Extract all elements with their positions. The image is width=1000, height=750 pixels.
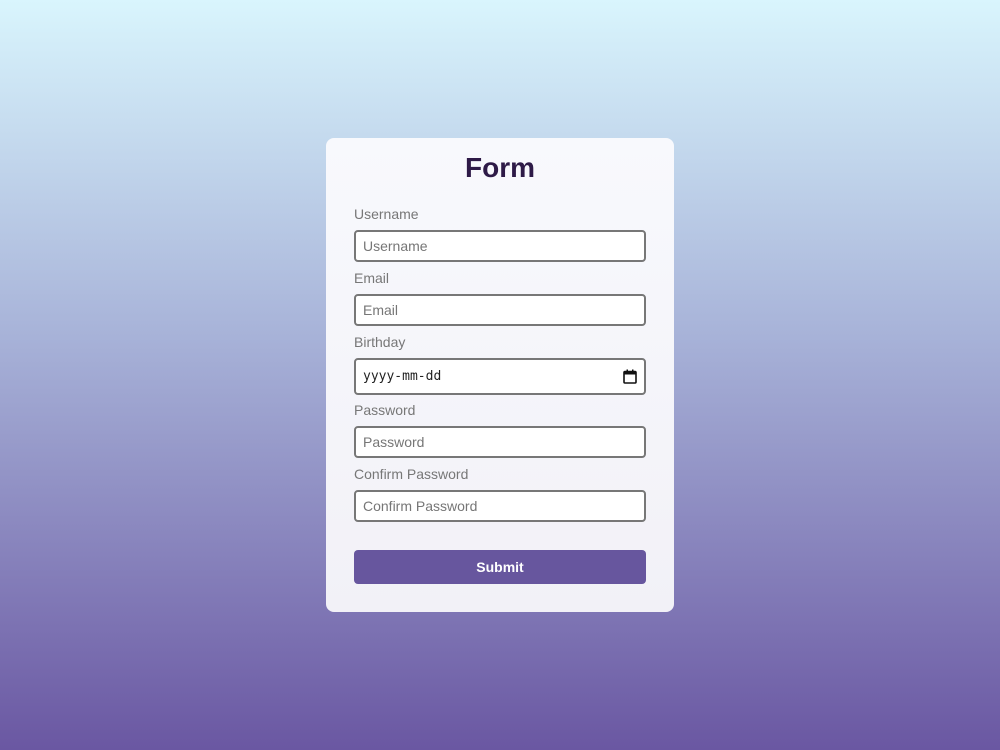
birthday-input[interactable]: yyyy-mm-dd	[354, 358, 646, 395]
username-input[interactable]	[354, 230, 646, 262]
email-input[interactable]	[354, 294, 646, 326]
calendar-icon[interactable]	[623, 369, 637, 384]
form-title: Form	[465, 152, 535, 183]
birthday-placeholder: yyyy-mm-dd	[363, 369, 442, 384]
form-card: Form Username Email Birthday yyyy-mm-dd …	[326, 138, 674, 612]
username-label: Username	[354, 206, 419, 222]
password-label: Password	[354, 402, 416, 418]
confirm-password-label: Confirm Password	[354, 466, 469, 482]
password-input[interactable]	[354, 426, 646, 458]
birthday-label: Birthday	[354, 334, 406, 350]
email-label: Email	[354, 270, 390, 286]
confirm-password-input[interactable]	[354, 490, 646, 522]
submit-button[interactable]: Submit	[354, 550, 646, 584]
